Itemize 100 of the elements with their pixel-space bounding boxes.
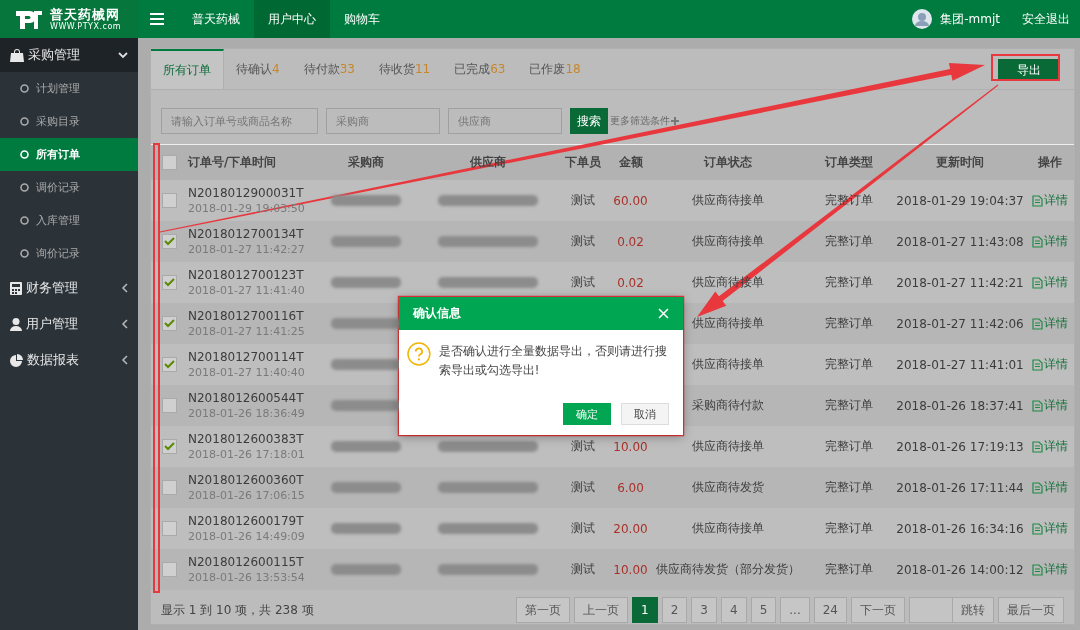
close-icon[interactable]: [658, 308, 669, 319]
sidebar-item[interactable]: 询价记录: [0, 237, 138, 270]
user-name[interactable]: 集团-mmjt: [940, 10, 1000, 28]
circle-icon: [20, 150, 29, 159]
order-time: 2018-01-26 18:36:49: [188, 405, 305, 421]
details-link[interactable]: 详情: [1031, 397, 1068, 414]
details-link[interactable]: 详情: [1031, 356, 1068, 373]
table-cell: 测试: [571, 438, 595, 455]
table-cell: 测试: [571, 520, 595, 537]
order-number: N2018012600383T: [188, 431, 304, 447]
dialog-message: 是否确认进行全量数据导出，否则请进行搜索导出或勾选导出!: [438, 343, 668, 379]
order-number: N2018012600544T: [188, 390, 304, 406]
blurred-text: [330, 236, 401, 247]
amount: 20.00: [613, 521, 648, 536]
document-icon: [1031, 194, 1043, 207]
page-button[interactable]: 上一页: [574, 597, 629, 623]
order-time: 2018-01-26 17:18:01: [188, 446, 305, 462]
sidebar-group[interactable]: 采购管理: [0, 38, 138, 72]
details-link[interactable]: 详情: [1031, 192, 1068, 209]
menu-icon[interactable]: [150, 13, 164, 25]
question-icon: [407, 342, 431, 366]
document-icon: [1031, 563, 1043, 576]
row-checkbox[interactable]: [162, 234, 177, 249]
page-button[interactable]: 下一页: [851, 597, 905, 623]
blurred-text: [330, 523, 401, 534]
page-button[interactable]: 1: [632, 597, 658, 623]
sidebar-item[interactable]: 入库管理: [0, 204, 138, 237]
table-cell: 完整订单: [825, 520, 873, 537]
status-tab[interactable]: 待确认4: [224, 49, 292, 89]
table-cell: 完整订单: [825, 356, 873, 373]
sidebar-item[interactable]: 采购目录: [0, 105, 138, 138]
amount: 0.02: [617, 275, 644, 290]
details-link[interactable]: 详情: [1031, 479, 1068, 496]
search-button[interactable]: 搜索: [570, 108, 608, 134]
status-tab[interactable]: 所有订单: [151, 49, 224, 89]
status-tab[interactable]: 已作废18: [517, 49, 593, 89]
row-checkbox[interactable]: [162, 562, 177, 577]
page-button[interactable]: 2: [661, 597, 688, 623]
sidebar-item[interactable]: 调价记录: [0, 171, 138, 204]
details-link[interactable]: 详情: [1031, 520, 1068, 537]
document-icon: [1031, 399, 1043, 412]
cancel-button[interactable]: 取消: [621, 403, 669, 425]
status-tab[interactable]: 待付款33: [291, 49, 367, 89]
row-checkbox[interactable]: [162, 439, 177, 454]
row-checkbox[interactable]: [162, 521, 177, 536]
sidebar-group[interactable]: 财务管理: [0, 270, 138, 306]
confirm-button[interactable]: 确定: [563, 403, 611, 425]
page-button[interactable]: 4: [721, 597, 747, 623]
details-link[interactable]: 详情: [1031, 274, 1068, 291]
details-link[interactable]: 详情: [1031, 315, 1068, 332]
document-icon: [1031, 276, 1043, 289]
column-header: 采购商: [347, 154, 384, 171]
column-header: 下单员: [565, 154, 601, 171]
person-icon: [10, 317, 22, 331]
table-cell: 供应商待接单: [692, 315, 764, 332]
search-field[interactable]: 供应商: [448, 108, 562, 134]
last-page-button[interactable]: 最后一页: [998, 597, 1064, 623]
row-checkbox[interactable]: [162, 357, 177, 372]
row-checkbox[interactable]: [162, 398, 177, 413]
sidebar-group[interactable]: 用户管理: [0, 306, 138, 342]
page-button[interactable]: ...: [780, 597, 810, 623]
brand-url: WWW.PTYX.com: [50, 22, 122, 31]
table-cell: 供应商待发货（部分发货）: [656, 561, 800, 578]
sidebar-item[interactable]: 所有订单: [0, 138, 138, 171]
logo-icon: [14, 8, 44, 30]
document-icon: [1031, 235, 1043, 248]
row-checkbox[interactable]: [162, 480, 177, 495]
logout-link[interactable]: 安全退出: [1022, 10, 1070, 28]
select-all-checkbox[interactable]: [162, 155, 177, 170]
row-checkbox[interactable]: [162, 275, 177, 290]
nav-tab[interactable]: 购物车: [330, 0, 394, 38]
search-field[interactable]: 采购商: [326, 108, 440, 134]
details-link[interactable]: 详情: [1031, 561, 1068, 578]
row-checkbox[interactable]: [162, 193, 177, 208]
table-cell: 供应商待接单: [692, 520, 764, 537]
page-button[interactable]: 24: [813, 597, 847, 623]
table-cell: 2018-01-27 11:41:01: [896, 357, 1024, 372]
document-icon: [1031, 481, 1043, 494]
status-tab[interactable]: 待收货11: [366, 49, 443, 89]
page-button[interactable]: 5: [750, 597, 777, 623]
order-number: N2018012900031T: [188, 185, 304, 201]
page-number-field[interactable]: [909, 597, 953, 623]
status-tab[interactable]: 已完成63: [442, 49, 518, 89]
avatar-icon[interactable]: [912, 9, 933, 29]
table-cell: 供应商待接单: [692, 356, 764, 373]
jump-button[interactable]: 跳转: [952, 597, 994, 623]
nav-tab[interactable]: 用户中心: [254, 0, 330, 38]
document-icon: [1031, 522, 1043, 535]
table-cell: 采购商待付款: [692, 397, 764, 414]
row-checkbox[interactable]: [162, 316, 177, 331]
sidebar-item[interactable]: 计划管理: [0, 72, 138, 105]
document-icon: [1031, 358, 1043, 371]
sidebar-group[interactable]: 数据报表: [0, 342, 138, 378]
more-filters-link[interactable]: 更多筛选条件: [610, 114, 679, 128]
page-button[interactable]: 3: [691, 597, 717, 623]
page-button[interactable]: 第一页: [516, 597, 571, 623]
details-link[interactable]: 详情: [1031, 438, 1068, 455]
table-cell: 测试: [571, 561, 595, 578]
details-link[interactable]: 详情: [1031, 233, 1068, 250]
nav-tab[interactable]: 普天药械: [178, 0, 254, 38]
